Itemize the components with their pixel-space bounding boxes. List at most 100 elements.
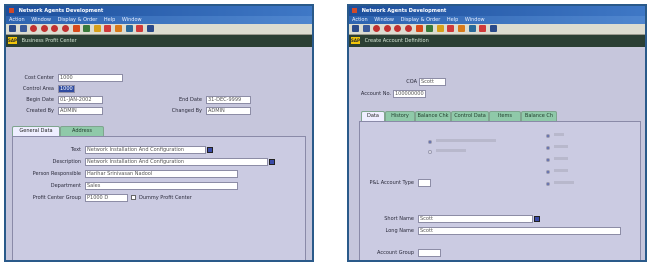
tool-icon[interactable] (479, 25, 487, 32)
menu-help[interactable]: Help (104, 17, 115, 23)
tool-icon[interactable] (125, 25, 133, 32)
tab-history[interactable]: History (385, 111, 415, 121)
person-responsible-label: Person Responsible (32, 171, 81, 177)
record-icon[interactable] (51, 25, 59, 32)
menu-action[interactable]: Action (352, 17, 368, 23)
department-field[interactable]: Sales (85, 182, 238, 190)
menu-help[interactable]: Help (447, 17, 458, 23)
tool-icon[interactable] (93, 25, 101, 32)
radio-option[interactable] (546, 134, 550, 138)
right-header-bar: SAP Create Account Definition (349, 35, 645, 47)
menu-window-2[interactable]: Window (122, 17, 142, 23)
record-icon[interactable] (61, 25, 69, 32)
record-icon[interactable] (30, 25, 38, 32)
tab-general-data[interactable]: General Data (12, 126, 60, 136)
short-name-label: Short Name (384, 216, 414, 222)
coa-field[interactable]: Scott (419, 78, 446, 86)
menu-window-2[interactable]: Window (465, 17, 485, 23)
description-field[interactable]: Network Installation And Configuration (85, 158, 268, 166)
record-icon[interactable] (394, 25, 402, 32)
menu-display-order[interactable]: Display & Order (401, 17, 441, 23)
right-toolbar (349, 24, 645, 35)
tab-address[interactable]: Address (60, 126, 104, 136)
tool-icon[interactable] (104, 25, 112, 32)
right-title-bar: Network Agents Development (349, 6, 645, 16)
radio-option[interactable] (546, 146, 550, 150)
record-icon[interactable] (40, 25, 48, 32)
tab-data[interactable]: Data (361, 111, 385, 121)
right-form-area: COA Scott Account No. 100000000 Data His… (349, 49, 645, 260)
dummy-profit-center-checkbox[interactable] (131, 195, 136, 200)
save-icon[interactable] (362, 25, 370, 32)
right-menu-bar: Action Window Display & Order Help Windo… (349, 16, 645, 24)
radio-option[interactable] (428, 140, 432, 144)
tool-icon[interactable] (457, 25, 465, 32)
nav-icon[interactable] (426, 25, 434, 32)
changed-by-field[interactable]: ADMIN (206, 107, 251, 115)
menu-window[interactable]: Window (31, 17, 51, 23)
nav-icon[interactable] (72, 25, 80, 32)
end-date-label: End Date (178, 97, 202, 103)
tool-icon[interactable] (146, 25, 154, 32)
person-responsible-field[interactable]: Harihar Srinivasan Nadool (85, 170, 238, 178)
tool-icon[interactable] (114, 25, 122, 32)
tool-icon[interactable] (447, 25, 455, 32)
tool-icon[interactable] (136, 25, 144, 32)
tool-icon[interactable] (468, 25, 476, 32)
radio-option[interactable] (546, 158, 550, 162)
nav-icon[interactable] (83, 25, 91, 32)
menu-action[interactable]: Action (9, 17, 25, 23)
new-icon[interactable] (352, 25, 359, 32)
dummy-profit-center-label: Dummy Profit Center (139, 195, 192, 201)
lov-icon[interactable] (269, 159, 275, 165)
tool-icon[interactable] (436, 25, 444, 32)
right-form-title: Create Account Definition (364, 38, 429, 44)
record-icon[interactable] (404, 25, 412, 32)
new-icon[interactable] (9, 25, 16, 32)
account-no-field[interactable]: 100000000 (393, 90, 426, 98)
lov-icon[interactable] (534, 216, 540, 222)
text-field[interactable]: Network Installation And Configuration (85, 146, 206, 154)
begin-date-label: Begin Date (26, 97, 54, 103)
description-label: Description (52, 159, 81, 165)
radio-caption (554, 181, 574, 184)
text-label: Text (70, 147, 81, 153)
cost-center-field[interactable]: 1000 (58, 74, 123, 82)
lov-icon[interactable] (207, 147, 213, 153)
tab-balance-chk[interactable]: Balance Chk (415, 111, 451, 121)
short-name-field[interactable]: Scott (418, 215, 533, 223)
save-icon[interactable] (19, 25, 27, 32)
control-area-field[interactable]: 1000 (58, 85, 75, 93)
tool-icon[interactable] (489, 25, 497, 32)
logo-icon: SAP (8, 37, 17, 44)
left-toolbar (6, 24, 312, 35)
changed-by-label: Changed By (171, 108, 202, 114)
record-icon[interactable] (383, 25, 391, 32)
menu-display-order[interactable]: Display & Order (58, 17, 98, 23)
created-by-field[interactable]: ADMIN (58, 107, 103, 115)
account-group-field[interactable] (418, 249, 441, 257)
begin-date-field[interactable]: 01-JAN-2002 (58, 96, 103, 104)
tab-control-data[interactable]: Control Data (451, 111, 489, 121)
pl-account-type-field[interactable] (418, 179, 431, 187)
radio-option[interactable] (546, 170, 550, 174)
radio-caption (554, 157, 568, 160)
tab-balance-ch[interactable]: Balance Ch (521, 111, 557, 121)
radio-option[interactable] (428, 150, 432, 154)
long-name-field[interactable]: Scott (418, 227, 621, 235)
end-date-field[interactable]: 31-DEC-9999 (206, 96, 251, 104)
nav-icon[interactable] (415, 25, 423, 32)
account-no-label: Account No. (360, 91, 391, 97)
profit-center-group-field[interactable]: P1000 D (85, 194, 128, 202)
menu-window[interactable]: Window (374, 17, 394, 23)
logo-icon: SAP (351, 37, 360, 44)
tab-items[interactable]: Items (489, 111, 521, 121)
app-icon (352, 8, 357, 13)
coa-label: COA (406, 79, 417, 85)
radio-option[interactable] (546, 182, 550, 186)
app-icon (9, 8, 14, 13)
cost-center-label: Cost Center (24, 75, 54, 81)
left-tab-panel: Text Network Installation And Configurat… (12, 136, 306, 260)
account-group-label: Account Group (377, 250, 414, 256)
record-icon[interactable] (373, 25, 381, 32)
